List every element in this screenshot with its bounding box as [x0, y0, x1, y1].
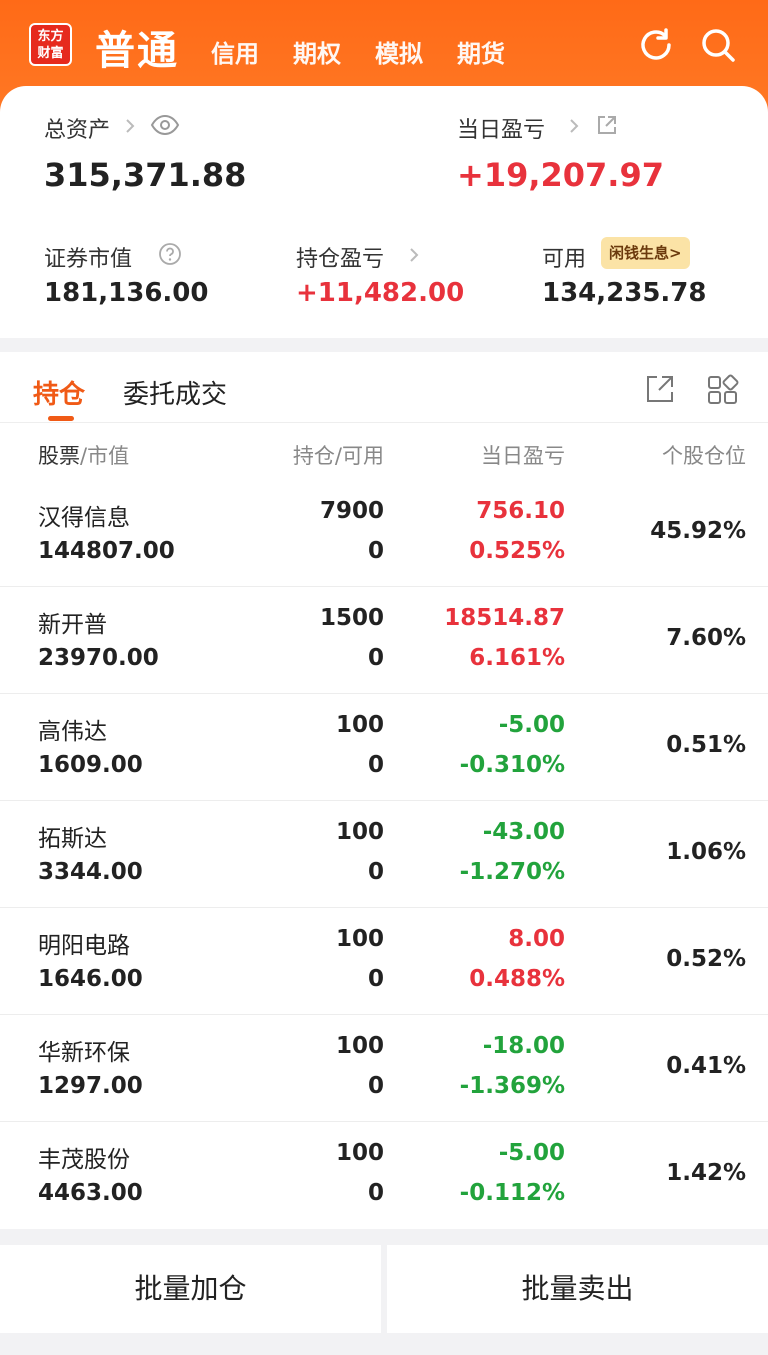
table-row[interactable]: 拓斯达 3344.00 100 0 -43.00 -1.270% 1.06%: [0, 801, 768, 908]
column-header-stock-name: 股票: [38, 444, 80, 468]
stock-available: 0: [367, 966, 384, 992]
active-tab-indicator: [48, 416, 74, 421]
stock-market-value: 144807.00: [38, 538, 175, 564]
tab-credit[interactable]: 信用: [211, 34, 259, 69]
stock-available: 0: [367, 752, 384, 778]
column-header-daily-pl: 当日盈亏: [481, 444, 565, 468]
help-icon[interactable]: [158, 242, 182, 266]
stock-quantity: 100: [335, 1033, 384, 1059]
tab-futures[interactable]: 期货: [457, 34, 505, 69]
stock-available: 0: [367, 645, 384, 671]
stock-market-value: 1646.00: [38, 966, 143, 992]
stock-position-ratio: 7.60%: [666, 625, 746, 651]
stock-name: 新开普: [38, 612, 107, 638]
available-value: 134,235.78: [542, 278, 707, 308]
column-header-market-value: /市值: [80, 444, 130, 468]
tab-orders-trades[interactable]: 委托成交: [123, 374, 227, 411]
stock-available: 0: [367, 1180, 384, 1206]
column-header-position-ratio: 个股仓位: [662, 444, 746, 468]
stock-daily-pl-percent: 6.161%: [469, 645, 565, 671]
stock-daily-pl: 18514.87: [444, 605, 565, 631]
stock-quantity: 7900: [319, 498, 384, 524]
stock-position-ratio: 45.92%: [650, 518, 746, 544]
chevron-right-icon: [410, 248, 419, 262]
position-pl-label[interactable]: 持仓盈亏: [296, 241, 384, 273]
tab-positions[interactable]: 持仓: [33, 374, 85, 411]
market-value-label: 证券市值: [44, 247, 133, 272]
stock-name: 丰茂股份: [38, 1147, 130, 1173]
table-row[interactable]: 华新环保 1297.00 100 0 -18.00 -1.369% 0.41%: [0, 1015, 768, 1122]
grid-view-icon[interactable]: [707, 374, 739, 406]
app-logo: 东方 财富: [29, 23, 72, 66]
share-icon[interactable]: [596, 114, 618, 136]
stock-name: 华新环保: [38, 1040, 130, 1066]
account-summary-card: 总资产 315,371.88 当日盈亏 +19,207.97 证券市值 181,…: [0, 86, 768, 338]
stock-name: 明阳电路: [38, 933, 130, 959]
tab-simulation[interactable]: 模拟: [375, 34, 423, 69]
stock-daily-pl: -5.00: [498, 1140, 565, 1166]
stock-market-value: 1609.00: [38, 752, 143, 778]
stock-available: 0: [367, 1073, 384, 1099]
stock-position-ratio: 0.51%: [666, 732, 746, 758]
daily-pl-label[interactable]: 当日盈亏: [457, 112, 545, 144]
batch-add-button[interactable]: 批量加仓: [0, 1245, 381, 1333]
stock-available: 0: [367, 538, 384, 564]
stock-daily-pl: 8.00: [508, 926, 565, 952]
stock-position-ratio: 1.42%: [666, 1160, 746, 1186]
refresh-icon[interactable]: [636, 25, 676, 65]
stock-daily-pl: 756.10: [476, 498, 565, 524]
stock-daily-pl: -43.00: [482, 819, 565, 845]
stock-position-ratio: 0.41%: [666, 1053, 746, 1079]
logo-line-2: 财富: [37, 46, 64, 61]
stock-quantity: 1500: [319, 605, 384, 631]
stock-position-ratio: 1.06%: [666, 839, 746, 865]
stock-daily-pl-percent: -0.310%: [459, 752, 565, 778]
stock-market-value: 4463.00: [38, 1180, 143, 1206]
stock-market-value: 23970.00: [38, 645, 159, 671]
eye-icon[interactable]: [150, 114, 180, 136]
column-header-stock: 股票/市值: [38, 440, 129, 470]
table-row[interactable]: 新开普 23970.00 1500 0 18514.87 6.161% 7.60%: [0, 587, 768, 694]
daily-pl-value: +19,207.97: [457, 156, 664, 194]
holdings-panel: 持仓 委托成交 股票/市值 持仓/可用 当日盈亏 个股仓位 汉得信息 144807…: [0, 352, 768, 1229]
stock-daily-pl-percent: 0.525%: [469, 538, 565, 564]
stock-daily-pl-percent: 0.488%: [469, 966, 565, 992]
stock-name: 拓斯达: [38, 826, 107, 852]
batch-sell-button[interactable]: 批量卖出: [387, 1245, 768, 1333]
chevron-right-icon: [570, 119, 579, 133]
idle-cash-interest-badge[interactable]: 闲钱生息>: [601, 237, 690, 269]
export-icon[interactable]: [645, 374, 675, 404]
market-value-value: 181,136.00: [44, 278, 209, 308]
stock-quantity: 100: [335, 712, 384, 738]
chevron-right-icon: [126, 119, 135, 133]
position-pl-value: +11,482.00: [296, 278, 465, 308]
search-icon[interactable]: [698, 25, 738, 65]
table-row[interactable]: 高伟达 1609.00 100 0 -5.00 -0.310% 0.51%: [0, 694, 768, 801]
stock-daily-pl-percent: -0.112%: [459, 1180, 565, 1206]
total-assets-value: 315,371.88: [44, 156, 247, 194]
tab-normal[interactable]: 普通: [95, 18, 179, 76]
stock-quantity: 100: [335, 926, 384, 952]
stock-daily-pl: -5.00: [498, 712, 565, 738]
stock-quantity: 100: [335, 819, 384, 845]
stock-name: 高伟达: [38, 719, 107, 745]
stock-market-value: 1297.00: [38, 1073, 143, 1099]
column-header-qty-available: 持仓/可用: [292, 444, 384, 468]
tab-divider: [0, 422, 768, 423]
available-label: 可用: [542, 247, 587, 272]
stock-quantity: 100: [335, 1140, 384, 1166]
stock-position-ratio: 0.52%: [666, 946, 746, 972]
stock-daily-pl-percent: -1.270%: [459, 859, 565, 885]
tab-options[interactable]: 期权: [293, 34, 341, 69]
stock-available: 0: [367, 859, 384, 885]
stock-daily-pl: -18.00: [482, 1033, 565, 1059]
table-row[interactable]: 明阳电路 1646.00 100 0 8.00 0.488% 0.52%: [0, 908, 768, 1015]
stock-name: 汉得信息: [38, 505, 130, 531]
table-row[interactable]: 丰茂股份 4463.00 100 0 -5.00 -0.112% 1.42%: [0, 1122, 768, 1229]
stock-market-value: 3344.00: [38, 859, 143, 885]
stock-daily-pl-percent: -1.369%: [459, 1073, 565, 1099]
table-row[interactable]: 汉得信息 144807.00 7900 0 756.10 0.525% 45.92%: [0, 480, 768, 587]
total-assets-label[interactable]: 总资产: [44, 112, 110, 144]
logo-line-1: 东方: [37, 29, 64, 44]
